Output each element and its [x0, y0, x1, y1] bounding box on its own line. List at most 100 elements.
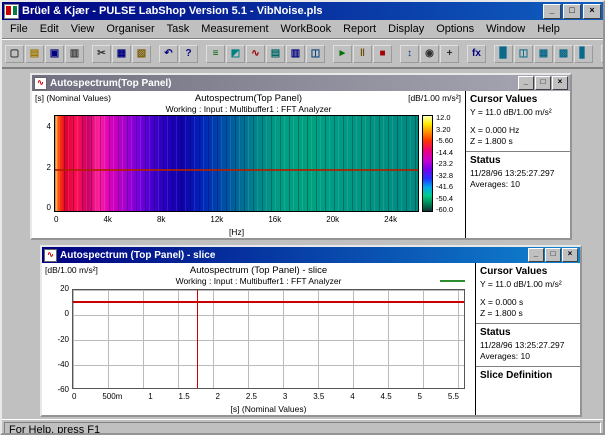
- y-tick-label: -60: [57, 385, 69, 394]
- save-icon[interactable]: ▣: [45, 45, 64, 63]
- toolbar-icon-glyph: ▥: [291, 47, 300, 61]
- status-timestamp: 11/28/96 13:25:27.297: [470, 168, 566, 178]
- slice-maximize-button[interactable]: □: [545, 248, 561, 262]
- toolbar-icon-glyph: ▤: [271, 47, 280, 61]
- color-scale-tick-label: 12.0: [436, 113, 463, 122]
- panel-divider: [476, 323, 580, 324]
- slice-cursor-values-panel: Cursor Values Y = 11.0 dB/1.00 m/s² X = …: [475, 263, 580, 415]
- new-document-icon[interactable]: ▢: [5, 45, 24, 63]
- toolbar-icon-glyph: ▋: [580, 47, 588, 61]
- status-averages: Averages: 10: [470, 179, 566, 189]
- menu-item[interactable]: Organiser: [100, 22, 160, 36]
- x-tick-label: 1: [148, 392, 152, 401]
- slice-title-bar[interactable]: ∿ Autospectrum (Top Panel) - slice _ □ ×: [42, 247, 580, 263]
- y-tick-label: 0: [65, 309, 69, 318]
- maximize-button[interactable]: □: [563, 4, 581, 19]
- color-scale-tick-label: 3.20: [436, 125, 463, 134]
- zoom-icon[interactable]: ◉: [420, 45, 439, 63]
- x-tick-label: 20k: [326, 215, 339, 224]
- spectrogram-minimize-button[interactable]: _: [518, 76, 534, 90]
- color-scale-tick-label: -41.6: [436, 182, 463, 191]
- menu-item[interactable]: Window: [480, 22, 531, 36]
- layout-two-icon[interactable]: ◫: [514, 45, 533, 63]
- autorange-icon[interactable]: ↕: [400, 45, 419, 63]
- measurement-icon[interactable]: ∿: [246, 45, 265, 63]
- undo-icon[interactable]: ↶: [159, 45, 178, 63]
- stop-measurement-icon[interactable]: ■: [373, 45, 392, 63]
- toolbar-icon-glyph: ≡: [213, 47, 219, 61]
- menu-item[interactable]: Display: [382, 22, 430, 36]
- slice-y-unit: [dB/1.00 m/s²]: [45, 265, 98, 275]
- x-tick-label: 500m: [102, 392, 122, 401]
- mdi-workspace: ∿ Autospectrum(Top Panel) _ □ × [s] (Nom…: [2, 68, 603, 419]
- pause-measurement-icon[interactable]: ‖: [353, 45, 372, 63]
- minimize-button[interactable]: _: [543, 4, 561, 19]
- menu-item[interactable]: Options: [430, 22, 480, 36]
- spectrogram-window-title: Autospectrum(Top Panel): [50, 78, 517, 89]
- function-icon[interactable]: fx: [467, 45, 486, 63]
- toolbar-icon-glyph: ✂: [97, 47, 105, 61]
- spectrogram-close-button[interactable]: ×: [552, 76, 568, 90]
- paste-icon[interactable]: ▧: [132, 45, 151, 63]
- start-measurement-icon[interactable]: ►: [333, 45, 352, 63]
- spectrogram-maximize-button[interactable]: □: [535, 76, 551, 90]
- x-tick-label: 2.5: [246, 392, 257, 401]
- slice-data-trace: [73, 301, 464, 303]
- menu-item[interactable]: View: [65, 22, 101, 36]
- organiser-icon[interactable]: ≡: [206, 45, 225, 63]
- spectrogram-cursor-line[interactable]: [55, 169, 418, 171]
- y-tick-label: 2: [47, 163, 51, 172]
- workbook-icon[interactable]: ▤: [266, 45, 285, 63]
- print-icon[interactable]: ▥: [65, 45, 84, 63]
- title-bar: Brüel & Kjær - PULSE LabShop Version 5.1…: [2, 2, 603, 20]
- slice-x-axis: 0500m11.522.533.544.555.5: [72, 392, 459, 402]
- cursor-icon[interactable]: +: [440, 45, 459, 63]
- menu-item[interactable]: File: [4, 22, 34, 36]
- toolbar-icon-glyph: ▣: [50, 47, 59, 61]
- menu-item[interactable]: Help: [531, 22, 566, 36]
- toolbar-icon-glyph: ◫: [519, 47, 528, 61]
- display-icon[interactable]: ◫: [306, 45, 325, 63]
- x-tick-label: 5: [418, 392, 422, 401]
- toolbar-icon-glyph: ∿: [251, 47, 259, 61]
- menu-item[interactable]: Measurement: [195, 22, 274, 36]
- toolbar-icon-glyph: ▉: [500, 47, 508, 61]
- slice-plot[interactable]: [72, 289, 465, 389]
- cursor-values-heading: Cursor Values: [480, 266, 576, 277]
- level-meter-icon[interactable]: ▋: [574, 45, 593, 63]
- menu-item[interactable]: WorkBook: [275, 22, 338, 36]
- toolbar-icon-glyph: ▥: [70, 47, 79, 61]
- toolbar-icon-glyph: ?: [185, 47, 191, 61]
- layout-four-icon[interactable]: ▦: [534, 45, 553, 63]
- task-icon[interactable]: ◩: [226, 45, 245, 63]
- menu-item[interactable]: Edit: [34, 22, 65, 36]
- close-button[interactable]: ×: [583, 4, 601, 19]
- spectrogram-plot[interactable]: [54, 115, 419, 212]
- slice-minimize-button[interactable]: _: [528, 248, 544, 262]
- layout-single-icon[interactable]: ▉: [494, 45, 513, 63]
- toolbar-icon-glyph: ◩: [231, 47, 240, 61]
- spectrogram-chart-area: [s] (Nominal Values) Autospectrum(Top Pa…: [32, 91, 465, 238]
- menu-item[interactable]: Task: [161, 22, 196, 36]
- report-icon[interactable]: ▥: [286, 45, 305, 63]
- open-folder-icon[interactable]: ▤: [25, 45, 44, 63]
- spectrogram-window: ∿ Autospectrum(Top Panel) _ □ × [s] (Nom…: [30, 73, 572, 240]
- toolbar-icon-glyph: fx: [472, 47, 481, 61]
- copy-icon[interactable]: ▦: [112, 45, 131, 63]
- menu-item[interactable]: Report: [337, 22, 382, 36]
- cursor-y-value: Y = 11.0 dB/1.00 m/s²: [470, 107, 566, 117]
- spectrogram-x-axis: 04k8k12k16k20k24k: [54, 215, 419, 225]
- about-icon[interactable]: ?: [601, 45, 605, 63]
- help-pointer-icon[interactable]: ?: [179, 45, 198, 63]
- slice-close-button[interactable]: ×: [562, 248, 578, 262]
- toolbar-icon-glyph: ▦: [539, 47, 548, 61]
- slice-cursor-line[interactable]: [197, 290, 198, 388]
- x-tick-label: 3.5: [313, 392, 324, 401]
- x-tick-label: 12k: [210, 215, 223, 224]
- spectrogram-title-bar[interactable]: ∿ Autospectrum(Top Panel) _ □ ×: [32, 75, 570, 91]
- y-tick-label: 4: [47, 122, 51, 131]
- x-tick-label: 1.5: [179, 392, 190, 401]
- cut-icon[interactable]: ✂: [92, 45, 111, 63]
- layout-six-icon[interactable]: ▩: [554, 45, 573, 63]
- slice-x-axis-label: [s] (Nominal Values): [72, 404, 465, 414]
